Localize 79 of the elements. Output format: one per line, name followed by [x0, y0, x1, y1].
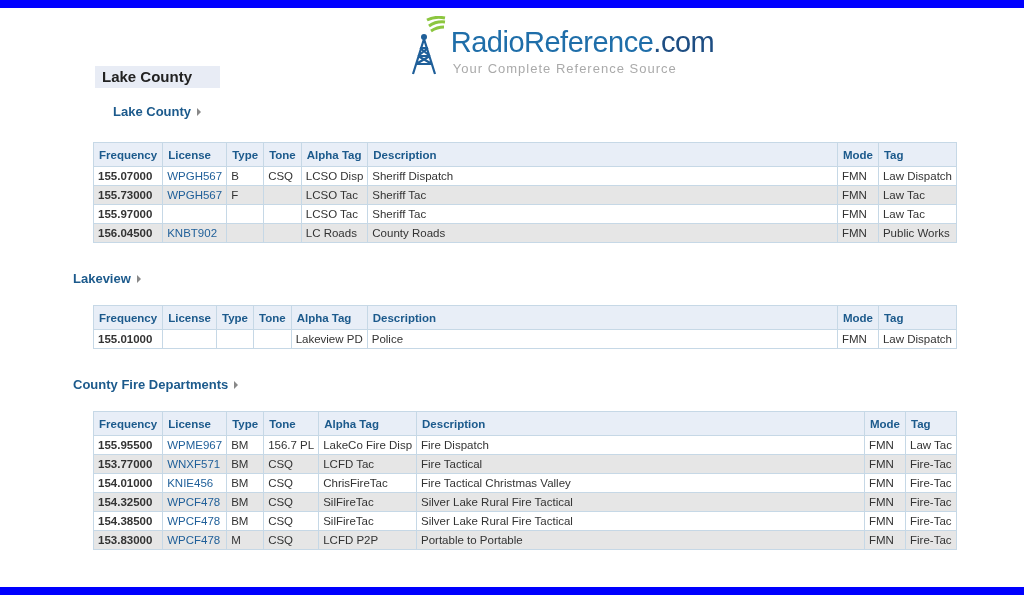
column-header[interactable]: Type — [226, 142, 264, 167]
frequency-cell: 155.95500 — [93, 435, 163, 455]
column-header[interactable]: Alpha Tag — [301, 142, 368, 167]
table-cell: LCSO Disp — [301, 166, 368, 186]
column-header[interactable]: Type — [226, 411, 264, 436]
column-header[interactable]: Description — [367, 142, 838, 167]
table-cell: BM — [226, 473, 264, 493]
frequency-cell: 155.01000 — [93, 329, 163, 349]
table-cell: ChrisFireTac — [318, 473, 417, 493]
table-cell: Silver Lake Rural Fire Tactical — [416, 511, 865, 531]
license-link[interactable]: WPCF478 — [162, 511, 227, 531]
table-cell: Fire Dispatch — [416, 435, 865, 455]
column-header[interactable]: License — [162, 411, 227, 436]
column-header[interactable]: Frequency — [93, 411, 163, 436]
brand-logo-text[interactable]: RadioReference.com — [450, 27, 715, 57]
license-link[interactable]: WPME967 — [162, 435, 227, 455]
table-cell: Law Dispatch — [878, 166, 957, 186]
column-header[interactable]: License — [162, 142, 227, 167]
column-header[interactable]: Description — [367, 305, 838, 330]
tagline: Your Complete Reference Source — [452, 61, 677, 76]
column-header[interactable]: Alpha Tag — [318, 411, 417, 436]
table-cell — [253, 329, 292, 349]
column-header[interactable]: Tone — [263, 411, 319, 436]
table-cell: Law Tac — [905, 435, 957, 455]
caret-icon — [234, 380, 239, 389]
table-cell: FMN — [864, 473, 906, 493]
table-cell — [263, 204, 302, 224]
table-cell: FMN — [837, 204, 879, 224]
frequency-cell: 155.97000 — [93, 204, 163, 224]
table-cell: Lakeview PD — [291, 329, 368, 349]
table-cell: CSQ — [263, 473, 319, 493]
column-header[interactable]: License — [162, 305, 217, 330]
column-header[interactable]: Mode — [837, 142, 879, 167]
column-header[interactable]: Frequency — [93, 305, 163, 330]
table-cell: BM — [226, 435, 264, 455]
column-header[interactable]: Alpha Tag — [291, 305, 368, 330]
column-header[interactable]: Type — [216, 305, 254, 330]
table-cell — [216, 329, 254, 349]
county-heading: Lake County — [95, 66, 220, 88]
table-cell — [226, 204, 264, 224]
table-cell: FMN — [837, 329, 879, 349]
section-link[interactable]: Lakeview — [73, 271, 141, 286]
table-cell: Fire Tactical Christmas Valley — [416, 473, 865, 493]
table-cell: B — [226, 166, 264, 186]
column-header[interactable]: Tone — [253, 305, 292, 330]
table-cell: FMN — [837, 166, 879, 186]
table-cell: LakeCo Fire Disp — [318, 435, 417, 455]
license-link[interactable]: WPGH567 — [162, 166, 227, 186]
table-cell: FMN — [864, 435, 906, 455]
table-cell: Fire-Tac — [905, 511, 957, 531]
column-header[interactable]: Frequency — [93, 142, 163, 167]
column-header[interactable]: Tone — [263, 142, 302, 167]
table-cell: LCSO Tac — [301, 204, 368, 224]
column-header[interactable]: Tag — [878, 142, 957, 167]
license-link[interactable]: KNIE456 — [162, 473, 227, 493]
table-cell: SilFireTac — [318, 511, 417, 531]
caret-icon — [197, 107, 201, 116]
table-cell: Police — [367, 329, 838, 349]
section-link[interactable]: County Fire Departments — [73, 377, 239, 392]
column-header[interactable]: Mode — [837, 305, 879, 330]
section-link[interactable]: Lake County — [113, 104, 201, 119]
frequency-cell: 154.01000 — [93, 473, 163, 493]
table-cell: 156.7 PL — [263, 435, 319, 455]
column-header[interactable]: Description — [416, 411, 865, 436]
column-header[interactable]: Tag — [878, 305, 957, 330]
table-cell: CSQ — [263, 511, 319, 531]
table-cell: Sheriff Tac — [367, 204, 838, 224]
table-cell: Law Tac — [878, 204, 957, 224]
caret-icon — [136, 274, 141, 283]
table-cell: BM — [226, 511, 264, 531]
table-cell: Law Dispatch — [878, 329, 957, 349]
table-cell: FMN — [864, 511, 906, 531]
frequency-cell: 154.38500 — [93, 511, 163, 531]
table-cell: Sheriff Dispatch — [367, 166, 838, 186]
frequency-cell: 155.07000 — [93, 166, 163, 186]
table-cell: Fire-Tac — [905, 473, 957, 493]
column-header[interactable]: Mode — [864, 411, 906, 436]
column-header[interactable]: Tag — [905, 411, 957, 436]
table-cell: CSQ — [263, 166, 302, 186]
